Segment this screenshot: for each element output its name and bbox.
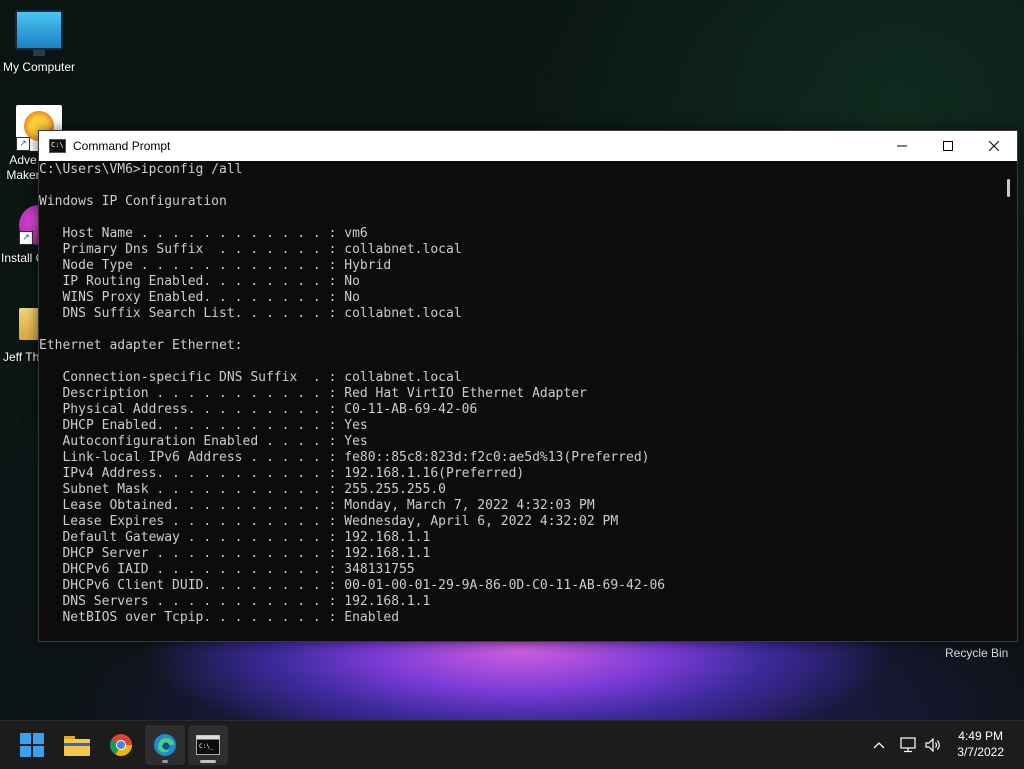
- command-prompt-icon: C:\_: [196, 735, 220, 755]
- show-hidden-icons-button[interactable]: [870, 741, 888, 749]
- command-prompt-taskbar-button[interactable]: C:\_: [188, 725, 228, 765]
- shortcut-arrow-icon: ↗: [16, 137, 30, 151]
- console-line: Primary Dns Suffix . . . . . . . : colla…: [39, 242, 462, 257]
- maximize-icon: [943, 141, 953, 151]
- console-line: C:\Users\VM6>ipconfig /all: [39, 162, 243, 177]
- console-line: Host Name . . . . . . . . . . . . : vm6: [39, 226, 368, 241]
- edge-running-indicator: [162, 760, 168, 763]
- console-line: Lease Obtained. . . . . . . . . . : Mond…: [39, 498, 595, 513]
- console-line: Lease Expires . . . . . . . . . . : Wedn…: [39, 514, 619, 529]
- console-line: IPv4 Address. . . . . . . . . . . : 192.…: [39, 466, 525, 481]
- cmd-window-icon: C:\: [49, 139, 66, 153]
- network-icon: [900, 737, 916, 753]
- console-line: DNS Suffix Search List. . . . . . : coll…: [39, 306, 462, 321]
- console-line: DNS Servers . . . . . . . . . . . : 192.…: [39, 594, 431, 609]
- minimize-button[interactable]: [879, 131, 925, 161]
- chevron-up-icon: [873, 742, 885, 749]
- monitor-icon: [15, 10, 63, 56]
- file-explorer-button[interactable]: [57, 725, 97, 765]
- console-line: DHCP Enabled. . . . . . . . . . . : Yes: [39, 418, 368, 433]
- volume-button[interactable]: [922, 737, 944, 753]
- close-icon: [989, 141, 999, 151]
- file-explorer-icon: [64, 736, 90, 756]
- windows-start-icon: [20, 733, 44, 757]
- console-line: Physical Address. . . . . . . . . : C0-1…: [39, 402, 478, 417]
- network-button[interactable]: [896, 737, 922, 753]
- shortcut-arrow-icon: ↗: [19, 231, 33, 245]
- edge-button[interactable]: [145, 725, 185, 765]
- taskbar: C:\_ 4:49 PM 3/7/2022: [0, 720, 1024, 769]
- title-bar[interactable]: C:\ Command Prompt: [39, 131, 1017, 161]
- console-line: Link-local IPv6 Address . . . . . : fe80…: [39, 450, 650, 465]
- console-line: Autoconfiguration Enabled . . . . : Yes: [39, 434, 368, 449]
- console-line: DHCP Server . . . . . . . . . . . : 192.…: [39, 546, 431, 561]
- system-clock[interactable]: 4:49 PM 3/7/2022: [957, 728, 1004, 760]
- console-line: IP Routing Enabled. . . . . . . . : No: [39, 274, 360, 289]
- console-line: Node Type . . . . . . . . . . . . : Hybr…: [39, 258, 392, 273]
- vertical-scrollbar[interactable]: [999, 161, 1017, 641]
- clock-date: 3/7/2022: [957, 745, 1004, 759]
- chrome-icon: [110, 734, 132, 756]
- start-button[interactable]: [12, 725, 52, 765]
- minimize-icon: [897, 145, 907, 147]
- desktop-icon-label: Adve Maker: [6, 153, 40, 182]
- console-line: DHCPv6 Client DUID. . . . . . . . : 00-0…: [39, 578, 666, 593]
- console-line: Description . . . . . . . . . . . : Red …: [39, 386, 587, 401]
- clock-time: 4:49 PM: [958, 729, 1003, 743]
- console-line: NetBIOS over Tcpip. . . . . . . . : Enab…: [39, 610, 400, 625]
- recycle-bin-label[interactable]: Recycle Bin: [945, 646, 1008, 660]
- cmd-active-indicator: [200, 760, 216, 763]
- command-prompt-window[interactable]: C:\ Command Prompt C:\Users\VM6>ipconfig…: [38, 130, 1018, 642]
- maximize-button[interactable]: [925, 131, 971, 161]
- svg-text:C:\_: C:\_: [199, 743, 214, 750]
- console-line: Connection-specific DNS Suffix . : colla…: [39, 370, 462, 385]
- desktop-icon-label: My Computer: [2, 60, 76, 74]
- window-title: Command Prompt: [73, 139, 171, 153]
- desktop-icon-my-computer[interactable]: My Computer: [0, 10, 79, 74]
- console-line: Windows IP Configuration: [39, 194, 227, 209]
- chrome-button[interactable]: [101, 725, 141, 765]
- console-output[interactable]: C:\Users\VM6>ipconfig /all Windows IP Con…: [39, 161, 999, 641]
- close-button[interactable]: [971, 131, 1017, 161]
- console-line: WINS Proxy Enabled. . . . . . . . : No: [39, 290, 360, 305]
- console-line: Subnet Mask . . . . . . . . . . . : 255.…: [39, 482, 446, 497]
- console-line: Ethernet adapter Ethernet:: [39, 338, 243, 353]
- volume-icon: [925, 737, 940, 753]
- console-line: Default Gateway . . . . . . . . . : 192.…: [39, 530, 431, 545]
- console-line: DHCPv6 IAID . . . . . . . . . . . : 3481…: [39, 562, 415, 577]
- edge-icon: [154, 734, 176, 756]
- scrollbar-thumb[interactable]: [1007, 179, 1010, 197]
